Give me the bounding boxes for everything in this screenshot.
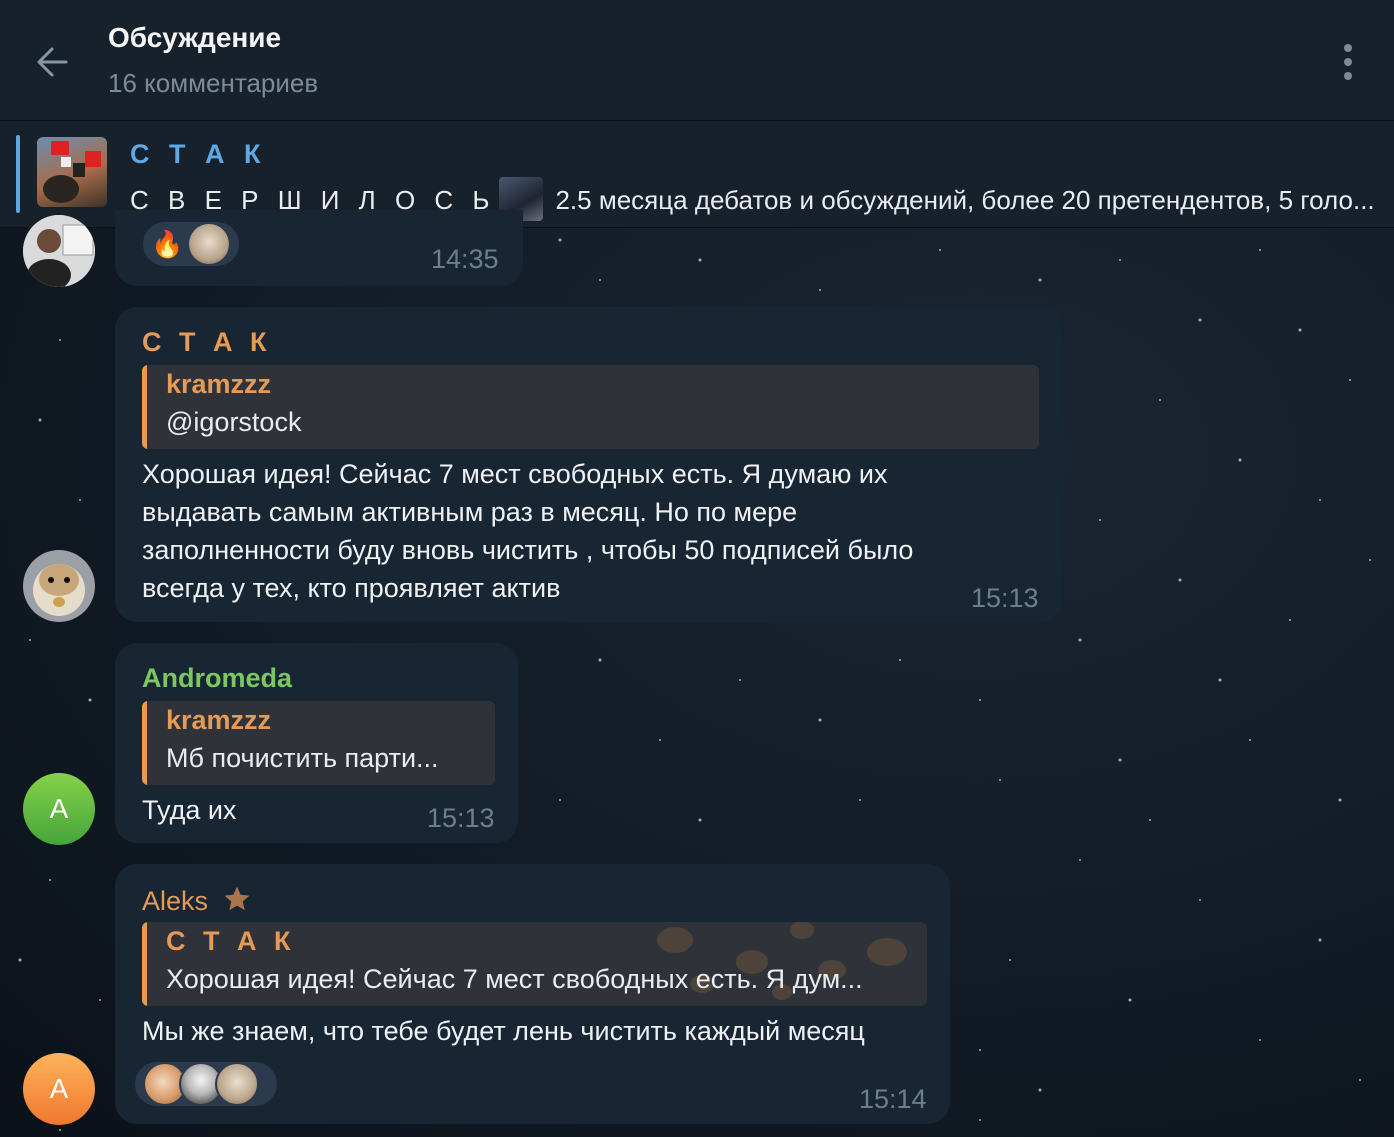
- message-text: Туда их: [142, 795, 237, 825]
- message-time: 15:13: [971, 583, 1039, 613]
- page-title: Обсуждение: [108, 22, 282, 53]
- fire-emoji: 🔥: [151, 228, 184, 259]
- user-photo: [23, 215, 95, 287]
- message-line: заполненности буду вновь чистить , чтобы…: [142, 535, 914, 565]
- quote-text: Мб почистить парти...: [166, 743, 439, 773]
- avatar[interactable]: [23, 215, 95, 287]
- quote-bar: [142, 701, 147, 785]
- thumbnail-image: [43, 141, 101, 203]
- reply-quote[interactable]: С Т А К Хорошая идея! Сейчас 7 мест своб…: [142, 922, 927, 1006]
- quote-author: С Т А К: [166, 926, 296, 956]
- author-name[interactable]: Aleks: [142, 884, 252, 917]
- pinned-title: С Т А К: [130, 139, 267, 169]
- message-line: Хорошая идея! Сейчас 7 мест свободных ес…: [142, 459, 888, 489]
- avatar[interactable]: A: [23, 1053, 95, 1125]
- quote-bar: [142, 365, 147, 449]
- author-name-text: Aleks: [142, 886, 209, 916]
- avatar[interactable]: [23, 550, 95, 622]
- reaction-group[interactable]: [135, 1062, 277, 1106]
- dot-icon: [1344, 72, 1352, 80]
- comment-count: 16 комментариев: [108, 68, 319, 98]
- pinned-thumbnail: [37, 137, 107, 207]
- quote-bar: [142, 922, 147, 1006]
- pinned-preview-text: 2.5 месяца дебатов и обсуждений, более 2…: [555, 185, 1375, 215]
- message-time: 15:14: [859, 1084, 927, 1114]
- more-menu-button[interactable]: [1328, 38, 1368, 86]
- avatar-letter: A: [49, 1073, 69, 1104]
- message-bubble[interactable]: С Т А К kramzzz @igorstock Хорошая идея!…: [115, 307, 1062, 622]
- dot-icon: [1344, 58, 1352, 66]
- reaction-group[interactable]: 🔥: [143, 222, 239, 266]
- message-text: Мы же знаем, что тебе будет лень чистить…: [142, 1016, 865, 1046]
- quote-text: @igorstock: [166, 407, 302, 437]
- hamster-avatar: [187, 222, 231, 266]
- message-line: выдавать самым активным раз в месяц. Но …: [142, 497, 798, 527]
- message-time: 14:35: [431, 244, 499, 274]
- avatar-letter: A: [49, 793, 69, 824]
- reply-quote[interactable]: kramzzz Мб почистить парти...: [142, 701, 495, 785]
- pinned-accent-bar: [16, 135, 20, 213]
- author-name[interactable]: С Т А К: [142, 327, 271, 358]
- hamster-avatar: [23, 550, 95, 622]
- quote-text: Хорошая идея! Сейчас 7 мест свободных ес…: [166, 964, 863, 994]
- message-bubble[interactable]: Aleks С Т А К Хорошая идея! Сейчас 7 мес…: [115, 864, 950, 1124]
- author-name[interactable]: Andromeda: [142, 663, 292, 694]
- message-bubble[interactable]: 🔥 14:35: [115, 210, 523, 286]
- chat-header: Обсуждение 16 комментариев: [0, 0, 1394, 121]
- message-line: всегда у тех, кто проявляет актив: [142, 573, 561, 603]
- star-icon: [224, 886, 250, 911]
- message-text: Хорошая идея! Сейчас 7 мест свободных ес…: [142, 455, 913, 607]
- hamster-avatar: [215, 1062, 259, 1106]
- message-bubble[interactable]: Andromeda kramzzz Мб почистить парти... …: [115, 643, 518, 843]
- quote-author: kramzzz: [166, 369, 272, 399]
- reply-quote[interactable]: kramzzz @igorstock: [142, 365, 1039, 449]
- quote-author: kramzzz: [166, 705, 272, 735]
- dot-icon: [1344, 44, 1352, 52]
- back-button[interactable]: [28, 38, 76, 86]
- message-time: 15:13: [427, 803, 495, 833]
- avatar[interactable]: A: [23, 773, 95, 845]
- arrow-left-icon: [37, 47, 68, 77]
